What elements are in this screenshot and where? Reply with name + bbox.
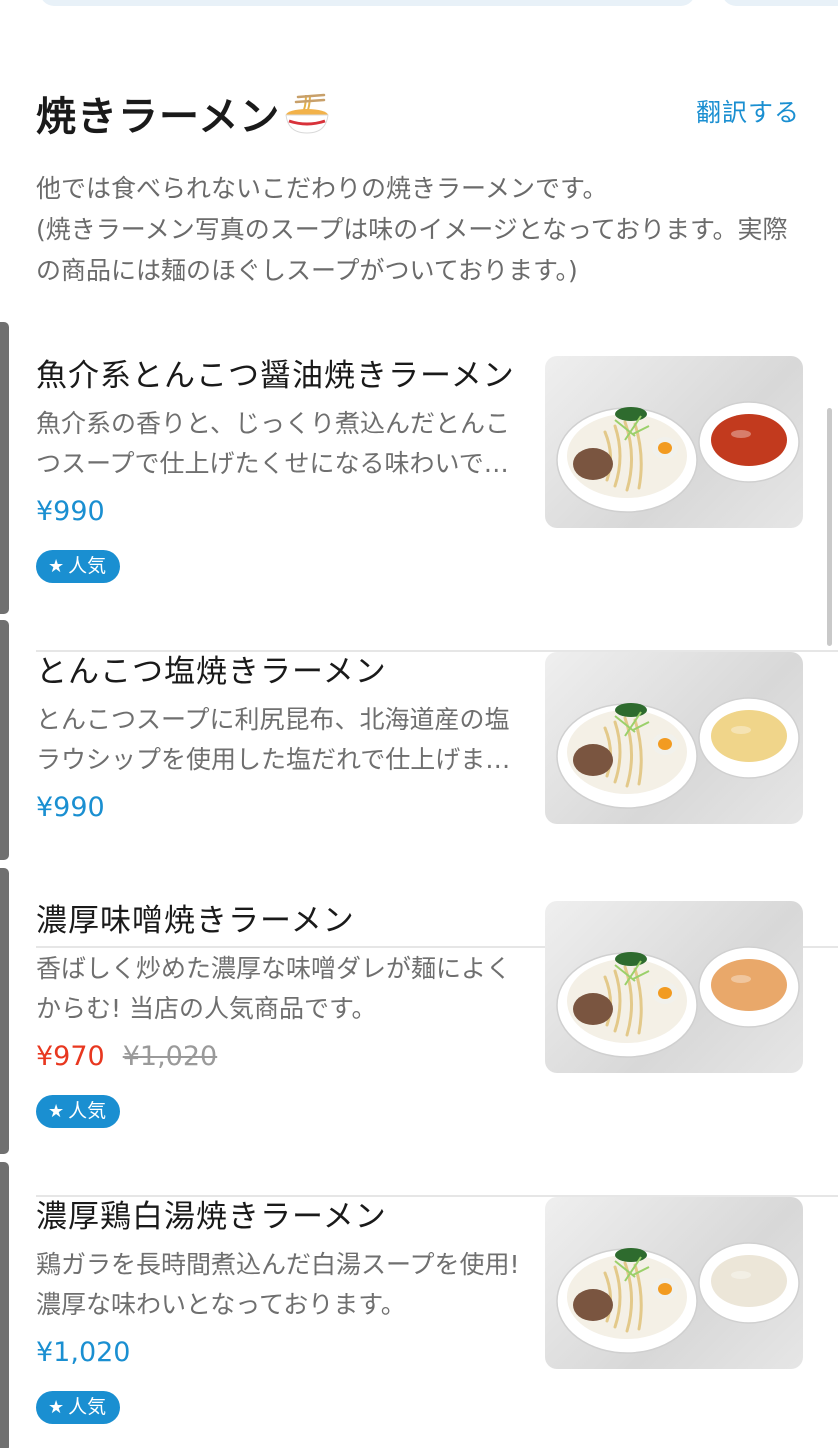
item-price: ¥1,020 bbox=[36, 1337, 131, 1368]
popular-badge: ★ 人気 bbox=[36, 550, 121, 583]
translate-link[interactable]: 翻訳する bbox=[696, 93, 800, 129]
item-photo[interactable] bbox=[545, 356, 803, 528]
section-title-text: 焼きラーメン bbox=[36, 94, 281, 140]
filter-pill[interactable] bbox=[722, 0, 838, 6]
item-original-price: ¥1,020 bbox=[122, 1041, 218, 1072]
price-row: ¥970 ¥1,020 bbox=[36, 1041, 217, 1072]
menu-item[interactable]: 濃厚味噌焼きラーメン香ばしく炒めた濃厚な味噌ダレが麺によくからむ! 当店の人気商… bbox=[36, 901, 838, 1197]
menu-item[interactable]: 魚介系とんこつ醤油焼きラーメン魚介系の香りと、じっくり煮込んだとんこつスープで仕… bbox=[36, 356, 838, 652]
ramen-bowl-icon bbox=[285, 93, 329, 134]
menu-item[interactable]: 濃厚鶏白湯焼きラーメン鶏ガラを長時間煮込んだ白湯スープを使用! 濃厚な味わいとな… bbox=[36, 1197, 838, 1448]
section-title: 焼きラーメン bbox=[36, 84, 330, 142]
item-description: 魚介系の香りと、じっくり煮込んだとんこつスープで仕上げたくせになる味わいです。 bbox=[36, 409, 511, 478]
search-pill[interactable] bbox=[40, 0, 695, 6]
item-price: ¥990 bbox=[36, 496, 105, 527]
item-name: 濃厚鶏白湯焼きラーメン bbox=[36, 1199, 387, 1235]
item-name: 魚介系とんこつ醤油焼きラーメン bbox=[36, 358, 515, 394]
popular-badge: ★ 人気 bbox=[36, 1391, 121, 1424]
scroll-indicator bbox=[0, 322, 9, 614]
item-photo[interactable] bbox=[545, 1197, 803, 1369]
ramen-photo-illustration bbox=[556, 1242, 800, 1354]
popular-badge: ★ 人気 bbox=[36, 1095, 121, 1128]
price-row: ¥990 bbox=[36, 792, 105, 823]
scroll-indicator bbox=[0, 620, 9, 860]
item-photo[interactable] bbox=[545, 901, 803, 1073]
item-description: 香ばしく炒めた濃厚な味噌ダレが麺によくからむ! 当店の人気商品です。 bbox=[36, 954, 512, 1023]
star-icon: ★ bbox=[48, 1101, 65, 1122]
ramen-photo-illustration bbox=[556, 401, 800, 513]
scroll-indicator bbox=[0, 868, 9, 1154]
price-row: ¥990 bbox=[36, 496, 105, 527]
badge-label: 人気 bbox=[68, 555, 107, 577]
item-description: 鶏ガラを長時間煮込んだ白湯スープを使用! 濃厚な味わいとなっております。 bbox=[36, 1250, 520, 1319]
badge-label: 人気 bbox=[68, 1396, 107, 1418]
star-icon: ★ bbox=[48, 556, 65, 577]
ramen-photo-illustration bbox=[556, 697, 800, 809]
star-icon: ★ bbox=[48, 1397, 65, 1418]
item-price: ¥970 bbox=[36, 1041, 105, 1072]
price-row: ¥1,020 bbox=[36, 1337, 130, 1368]
menu-page: 焼きラーメン 翻訳する 他では食べられないこだわりの焼きラーメンです。 (焼きラ… bbox=[0, 0, 838, 1448]
item-price: ¥990 bbox=[36, 792, 105, 823]
item-name: とんこつ塩焼きラーメン bbox=[36, 654, 387, 690]
item-name: 濃厚味噌焼きラーメン bbox=[36, 903, 355, 939]
ramen-photo-illustration bbox=[556, 946, 800, 1058]
item-description: とんこつスープに利尻昆布、北海道産の塩ラウシップを使用した塩だれで仕上げました。 bbox=[36, 705, 511, 774]
scroll-indicator bbox=[0, 1162, 9, 1448]
item-photo[interactable] bbox=[545, 652, 803, 824]
badge-label: 人気 bbox=[68, 1100, 107, 1122]
section-description: 他では食べられないこだわりの焼きラーメンです。 (焼きラーメン写真のスープは味の… bbox=[36, 174, 788, 285]
